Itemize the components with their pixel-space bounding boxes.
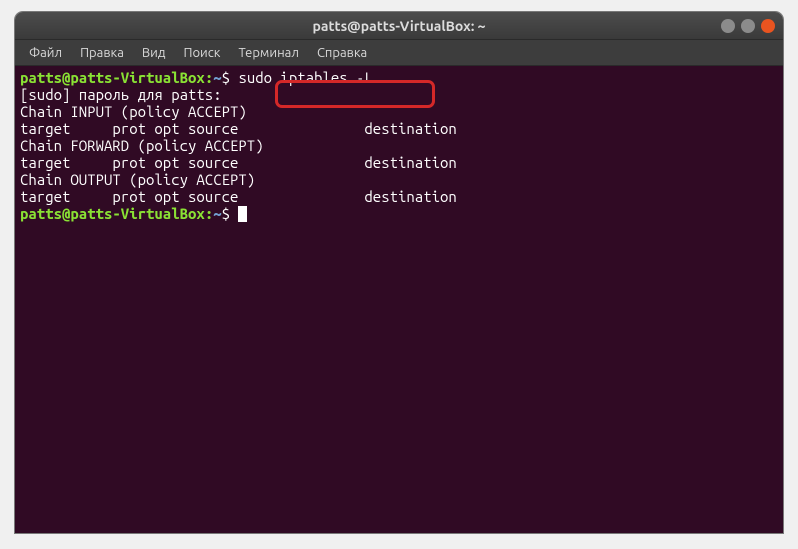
terminal-window: patts@patts-VirtualBox: ~ Файл Правка Ви… bbox=[15, 12, 783, 533]
close-button[interactable] bbox=[761, 19, 775, 33]
terminal-output[interactable]: patts@patts-VirtualBox:~$ sudo iptables … bbox=[15, 66, 783, 533]
titlebar: patts@patts-VirtualBox: ~ bbox=[15, 12, 783, 40]
output-line: [sudo] пароль для patts: bbox=[20, 86, 778, 103]
prompt-user: patts@patts-VirtualBox bbox=[20, 69, 205, 86]
cursor bbox=[238, 206, 247, 222]
prompt-dollar: $ bbox=[222, 69, 239, 86]
output-line: Chain OUTPUT (policy ACCEPT) bbox=[20, 171, 778, 188]
menu-search[interactable]: Поиск bbox=[175, 43, 228, 63]
prompt-path: ~ bbox=[213, 69, 221, 86]
output-line: target prot opt source destination bbox=[20, 120, 778, 137]
output-line: target prot opt source destination bbox=[20, 154, 778, 171]
menu-help[interactable]: Справка bbox=[309, 43, 375, 63]
output-line: Chain INPUT (policy ACCEPT) bbox=[20, 103, 778, 120]
menu-view[interactable]: Вид bbox=[134, 43, 174, 63]
prompt-user: patts@patts-VirtualBox bbox=[20, 205, 205, 222]
prompt-line-2: patts@patts-VirtualBox:~$ bbox=[20, 205, 778, 222]
window-controls bbox=[721, 19, 775, 33]
output-line: target prot opt source destination bbox=[20, 188, 778, 205]
prompt-line-1: patts@patts-VirtualBox:~$ sudo iptables … bbox=[20, 69, 778, 86]
minimize-button[interactable] bbox=[721, 19, 735, 33]
output-line: Chain FORWARD (policy ACCEPT) bbox=[20, 137, 778, 154]
prompt-dollar: $ bbox=[222, 205, 239, 222]
prompt-colon: : bbox=[205, 69, 213, 86]
prompt-colon: : bbox=[205, 205, 213, 222]
menu-terminal[interactable]: Терминал bbox=[230, 43, 306, 63]
menubar: Файл Правка Вид Поиск Терминал Справка bbox=[15, 40, 783, 66]
window-title: patts@patts-VirtualBox: ~ bbox=[313, 18, 486, 34]
menu-edit[interactable]: Правка bbox=[72, 43, 132, 63]
menu-file[interactable]: Файл bbox=[21, 43, 70, 63]
prompt-path: ~ bbox=[213, 205, 221, 222]
command-text: sudo iptables -L bbox=[238, 69, 372, 86]
maximize-button[interactable] bbox=[741, 19, 755, 33]
